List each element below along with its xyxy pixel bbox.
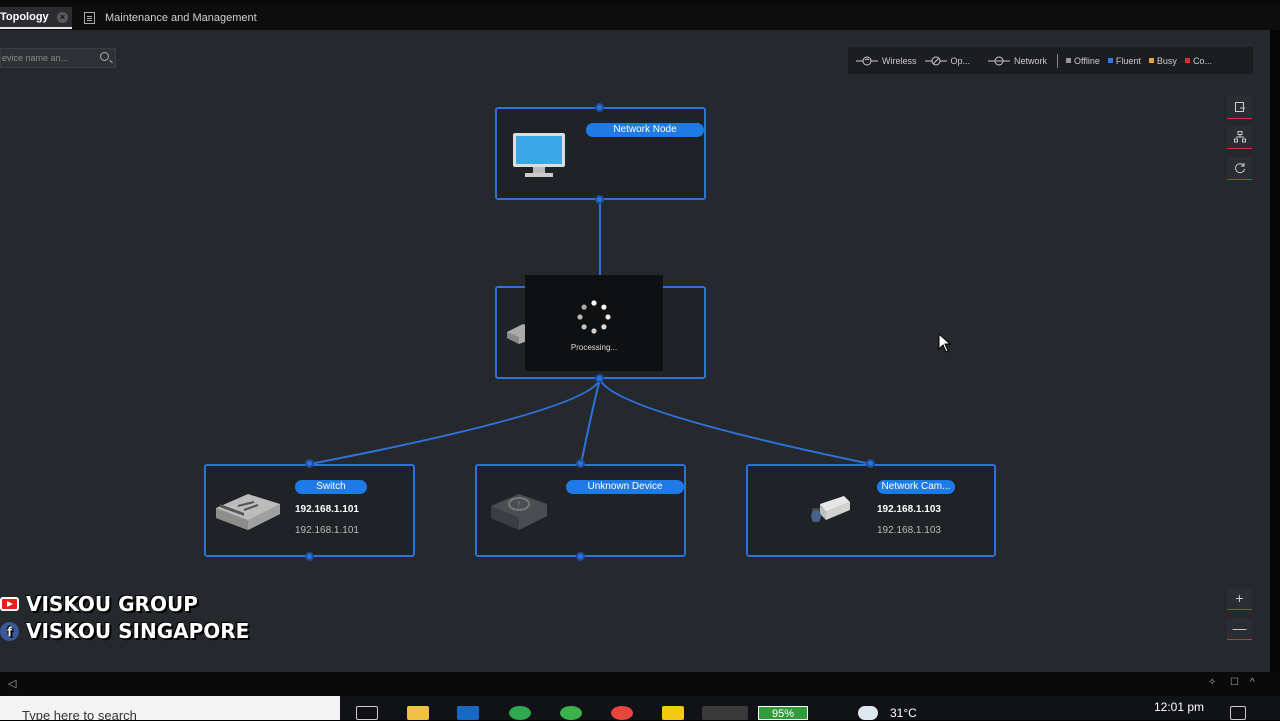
unknown-device-icon: ? — [491, 494, 547, 530]
battery-indicator[interactable]: 95% — [758, 706, 808, 720]
chrome-icon[interactable] — [611, 706, 633, 720]
temperature-readout[interactable]: 31°C — [890, 706, 917, 720]
youtube-icon — [0, 597, 19, 611]
link-port-dot[interactable] — [305, 552, 314, 561]
topology-canvas[interactable]: evice name an... Wireless Op... Network … — [0, 30, 1270, 672]
windows-taskbar: Type here to search 95% 31°C 12:01 pm — [0, 696, 1280, 720]
task-view-icon[interactable] — [356, 706, 378, 720]
sticky-notes-icon[interactable] — [662, 706, 684, 720]
whatsapp-icon[interactable] — [509, 706, 531, 720]
watermark-youtube: VISKOU GROUP — [0, 592, 198, 616]
svg-text:?: ? — [516, 501, 521, 511]
node-label-pill: Network Node — [586, 123, 704, 137]
window-edge — [1270, 30, 1280, 672]
status-bar: ◁ ✧ ☐ ^ — [0, 672, 1280, 696]
taskbar-search-input[interactable]: Type here to search — [0, 696, 340, 720]
mouse-cursor-icon — [938, 333, 952, 353]
watermark-line1: VISKOU GROUP — [26, 592, 198, 616]
outlook-icon[interactable] — [457, 706, 479, 720]
weather-cloud-icon[interactable] — [858, 706, 878, 720]
wechat-icon[interactable] — [560, 706, 582, 720]
tab-maintenance-label: Maintenance and Management — [105, 12, 257, 24]
device-ip-secondary: 192.168.1.103 — [877, 525, 941, 536]
monitor-icon — [513, 133, 565, 177]
link-port-dot[interactable] — [595, 103, 604, 112]
tab-topology[interactable]: Topology × — [0, 7, 72, 29]
device-ip-primary: 192.168.1.101 — [295, 504, 359, 515]
hikvision-app-icon[interactable] — [702, 706, 748, 720]
link-port-dot[interactable] — [595, 374, 604, 383]
device-ip-primary: 192.168.1.103 — [877, 504, 941, 515]
zoom-out-button[interactable]: — — [1227, 618, 1252, 640]
tab-maintenance[interactable]: Maintenance and Management — [84, 7, 257, 29]
pin-icon[interactable]: ✧ — [1208, 677, 1216, 688]
link-port-dot[interactable] — [866, 459, 875, 468]
switch-icon — [216, 494, 280, 530]
system-clock[interactable]: 12:01 pm — [1154, 700, 1204, 714]
restore-icon[interactable]: ☐ — [1230, 677, 1239, 688]
tab-bar: Topology × Maintenance and Management — [0, 4, 1280, 30]
watermark-line2: VISKOU SINGAPORE — [26, 619, 250, 643]
link-port-dot[interactable] — [576, 552, 585, 561]
bullet-camera-icon — [811, 496, 850, 522]
tab-topology-label: Topology — [0, 11, 49, 23]
node-network-camera[interactable]: Network Cam... 192.168.1.103 192.168.1.1… — [746, 464, 996, 557]
notifications-icon[interactable] — [1230, 706, 1246, 720]
taskbar-search-placeholder: Type here to search — [22, 708, 137, 720]
node-unknown-device[interactable]: ? Unknown Device — [475, 464, 686, 557]
close-icon[interactable]: × — [57, 12, 68, 23]
node-network-node[interactable]: Network Node — [495, 107, 706, 200]
speaker-icon[interactable]: ◁ — [8, 677, 16, 690]
document-icon — [84, 12, 95, 24]
facebook-icon: f — [0, 621, 19, 641]
file-explorer-icon[interactable] — [407, 706, 429, 720]
node-label-pill: Unknown Device — [566, 480, 684, 494]
zoom-in-button[interactable]: + — [1227, 588, 1252, 610]
node-label-pill: Network Cam... — [877, 480, 955, 494]
link-port-dot[interactable] — [595, 195, 604, 204]
collapse-icon[interactable]: ^ — [1250, 677, 1255, 688]
watermark-facebook: f VISKOU SINGAPORE — [0, 619, 249, 643]
processing-label: Processing... — [570, 343, 618, 352]
link-port-dot[interactable] — [576, 459, 585, 468]
link-port-dot[interactable] — [305, 459, 314, 468]
device-ip-secondary: 192.168.1.101 — [295, 525, 359, 536]
loading-spinner-icon — [577, 300, 611, 334]
processing-dialog: Processing... — [525, 275, 663, 371]
node-label-pill: Switch — [295, 480, 367, 494]
node-switch[interactable]: Switch 192.168.1.101 192.168.1.101 — [204, 464, 415, 557]
